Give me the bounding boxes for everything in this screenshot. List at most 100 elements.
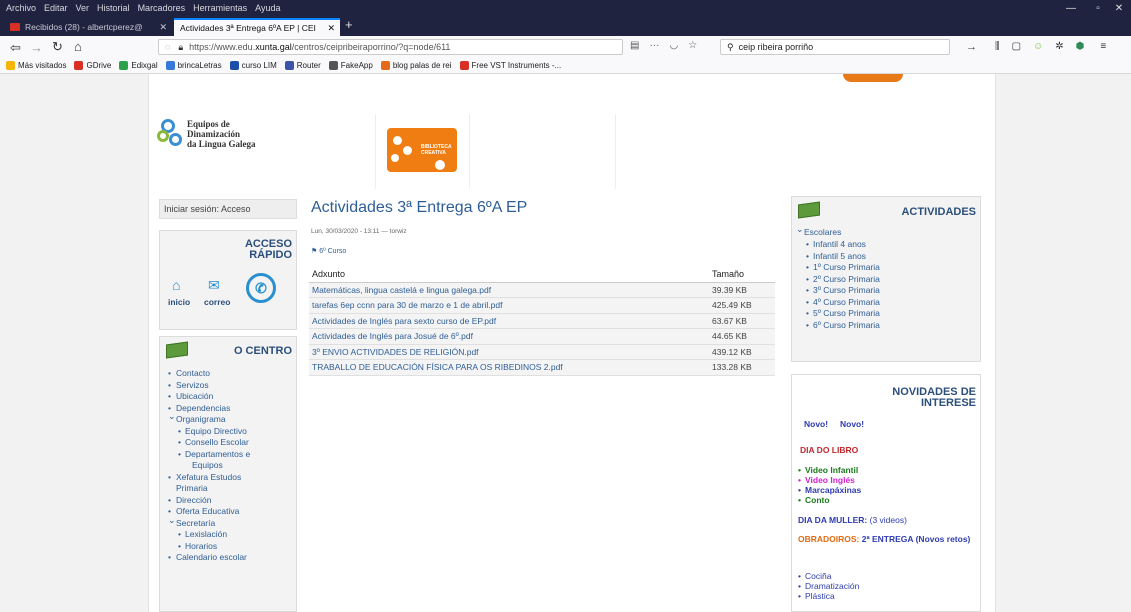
- centro-nav-item[interactable]: Consello Escolar: [168, 437, 294, 449]
- centro-nav-item[interactable]: Xefatura Estudos: [168, 472, 294, 484]
- centro-nav-item[interactable]: Horarios: [168, 541, 294, 553]
- bookmark-item[interactable]: Edixgal: [119, 60, 158, 70]
- bookmark-item[interactable]: Más visitados: [6, 60, 66, 70]
- bookmark-item[interactable]: brincaLetras: [165, 60, 222, 70]
- quick-inicio-link[interactable]: inicio: [168, 297, 190, 307]
- pocket-icon[interactable]: ◡: [669, 40, 678, 51]
- attachment-link[interactable]: 3º ENVIO ACTIVIDADES DE RELIGIÓN.pdf: [309, 344, 709, 360]
- home-button[interactable]: ⌂: [74, 39, 82, 54]
- obradoiros[interactable]: OBRADOIROS: 2ª ENTREGA (Novos retos): [798, 533, 978, 545]
- menu-item[interactable]: Archivo: [6, 3, 36, 13]
- tab-gmail[interactable]: Recibidos (28) - albertcperez@ ✕: [4, 18, 172, 36]
- curso-link[interactable]: Infantil 4 anos: [796, 239, 976, 251]
- tab-actividades[interactable]: Actividades 3ª Entrega 6ºA EP | CEI ✕: [174, 18, 340, 36]
- menu-item[interactable]: Historial: [97, 3, 130, 13]
- centro-nav-item[interactable]: Departamentos e: [168, 449, 294, 461]
- attachment-link[interactable]: Matemáticas, lingua castelá e lingua gal…: [309, 282, 709, 298]
- bookmark-item[interactable]: Free VST Instruments -...: [459, 60, 561, 70]
- centro-nav-item[interactable]: Dirección: [168, 495, 294, 507]
- login-link[interactable]: Iniciar sesión: Acceso: [159, 199, 297, 219]
- close-tab-icon[interactable]: ✕: [159, 22, 167, 33]
- minimize-icon[interactable]: —: [1056, 0, 1086, 16]
- library-icon[interactable]: ⫼: [995, 41, 1000, 52]
- centro-nav-item[interactable]: Organigrama: [168, 411, 294, 426]
- hamburger-menu-icon[interactable]: ≡: [1100, 41, 1106, 52]
- menu-item[interactable]: Marcadores: [138, 3, 186, 13]
- edlg-logo[interactable]: Equipos de Dinamización da Lingua Galega: [157, 119, 256, 149]
- curso-link[interactable]: 5º Curso Primaria: [796, 308, 976, 320]
- home-icon[interactable]: ⌂: [172, 277, 180, 293]
- obradoiro-link[interactable]: Dramatización: [798, 581, 859, 591]
- attachment-link[interactable]: Actividades de Inglés para Josué de 6º.p…: [309, 328, 709, 345]
- curso-link[interactable]: 2º Curso Primaria: [796, 274, 976, 286]
- tab-bar: Recibidos (28) - albertcperez@ ✕ Activid…: [0, 16, 1131, 36]
- centro-nav-item[interactable]: Ubicación: [168, 391, 294, 403]
- menu-item[interactable]: Ver: [76, 3, 90, 13]
- novo-badge: Novo!: [804, 419, 829, 429]
- bookmark-item[interactable]: GDrive: [74, 60, 111, 70]
- login-text: Iniciar sesión: Acceso: [164, 204, 251, 214]
- centro-nav-item[interactable]: Contacto: [168, 368, 294, 380]
- reader-view-icon[interactable]: ▤: [630, 40, 639, 51]
- phone-icon[interactable]: ✆: [246, 273, 276, 303]
- dia-libro-link[interactable]: Video Inglés: [798, 475, 861, 485]
- dia-muller[interactable]: DIA DA MULLER: (3 videos): [798, 515, 907, 525]
- centro-nav-item[interactable]: Servizos: [168, 380, 294, 392]
- attachment-size: 44.65 KB: [709, 328, 775, 345]
- attachment-link[interactable]: tarefas 6ep ccnn para 30 de marzo e 1 de…: [309, 297, 709, 314]
- bookmark-item[interactable]: FakeApp: [328, 60, 373, 70]
- sidebar-icon[interactable]: ▢: [1012, 41, 1021, 52]
- centro-nav-item[interactable]: Primaria: [168, 483, 294, 495]
- col-header-file: Adxunto: [309, 267, 709, 283]
- menu-item[interactable]: Ayuda: [255, 3, 280, 13]
- bookmark-item[interactable]: Router: [284, 60, 321, 70]
- url-bar[interactable]: ◌ 🔒︎ https://www.edu. xunta.gal/centros/c…: [158, 39, 623, 55]
- centro-nav-item[interactable]: Equipos: [168, 460, 294, 472]
- biblioteca-logo[interactable]: BIBLIOTECA CREATIVA: [387, 128, 457, 172]
- menu-item[interactable]: Herramientas: [193, 3, 247, 13]
- obradoiro-link[interactable]: Cociña: [798, 571, 859, 581]
- dia-libro-link[interactable]: Marcapáxinas: [798, 485, 861, 495]
- search-go-icon[interactable]: →: [966, 41, 977, 53]
- article-tag[interactable]: ⚑ 6º Curso: [311, 247, 346, 255]
- attachment-link[interactable]: Actividades de Inglés para sexto curso d…: [309, 313, 709, 329]
- attachment-size: 39.39 KB: [709, 282, 775, 298]
- menu-items: Archivo Editar Ver Historial Marcadores Herra…: [0, 3, 288, 13]
- curso-link[interactable]: 6º Curso Primaria: [796, 320, 976, 332]
- back-button[interactable]: ⇦: [10, 40, 21, 56]
- centro-nav-item[interactable]: Calendario escolar: [168, 552, 294, 564]
- reload-button[interactable]: ↻: [52, 39, 63, 55]
- mail-icon[interactable]: ✉: [208, 277, 220, 294]
- novo-badge: Novo!: [840, 419, 865, 429]
- centro-nav-item[interactable]: Secretaría: [168, 515, 294, 530]
- shield-extension-icon[interactable]: ⬢: [1076, 41, 1085, 52]
- actividades-box: ACTIVIDADES Escolares Infantil 4 anosInf…: [791, 196, 981, 362]
- quick-correo-link[interactable]: correo: [204, 297, 230, 307]
- centro-nav-item[interactable]: Oferta Educativa: [168, 506, 294, 518]
- close-tab-icon[interactable]: ✕: [327, 23, 335, 34]
- centro-nav-item[interactable]: Equipo Directivo: [168, 426, 294, 438]
- curso-link[interactable]: 4º Curso Primaria: [796, 297, 976, 309]
- curso-link[interactable]: 3º Curso Primaria: [796, 285, 976, 297]
- curso-link[interactable]: Infantil 5 anos: [796, 251, 976, 263]
- page-actions-icon[interactable]: ···: [649, 40, 659, 51]
- dia-libro-link[interactable]: Conto: [798, 495, 861, 505]
- bookmark-item[interactable]: blog palas de rei: [380, 60, 452, 70]
- obradoiro-link[interactable]: Plástica: [798, 591, 859, 601]
- centro-nav-item[interactable]: Dependencias: [168, 403, 294, 415]
- attachment-link[interactable]: TRABALLO DE EDUCACIÓN FÍSICA PARA OS RIB…: [309, 359, 709, 376]
- new-tab-button[interactable]: +: [345, 17, 353, 32]
- menu-item[interactable]: Editar: [44, 3, 68, 13]
- extension-gear-icon[interactable]: ✲: [1055, 41, 1063, 52]
- extension-icon[interactable]: ☺: [1033, 41, 1043, 52]
- close-window-icon[interactable]: ✕: [1104, 0, 1131, 16]
- page-title: Actividades 3ª Entrega 6ºA EP: [311, 199, 528, 216]
- bookmark-item[interactable]: curso LIM: [229, 60, 277, 70]
- curso-link[interactable]: 1º Curso Primaria: [796, 262, 976, 274]
- centro-nav-item[interactable]: Lexislación: [168, 529, 294, 541]
- escolares-link[interactable]: Escolares: [796, 224, 976, 239]
- bookmark-star-icon[interactable]: ☆: [688, 40, 697, 51]
- search-input[interactable]: ⚲ ceip ribeira porriño →: [720, 39, 977, 55]
- forward-button[interactable]: →: [30, 40, 43, 55]
- dia-libro-link[interactable]: Video Infantil: [798, 465, 861, 475]
